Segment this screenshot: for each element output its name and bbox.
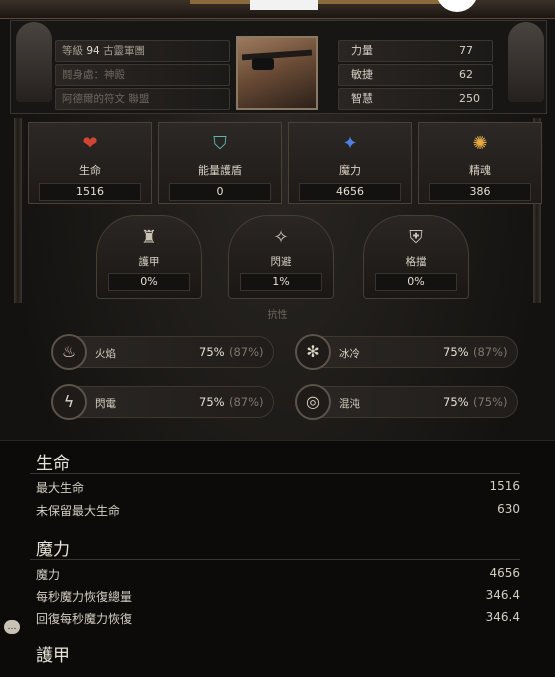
row-value: 1516 <box>489 479 520 493</box>
stat-life[interactable]: ❤ 生命 1516 <box>28 122 152 204</box>
resistance-label: 火焰 <box>95 348 116 360</box>
attribute-dexterity[interactable]: 敏捷 62 <box>338 64 493 86</box>
attribute-value: 77 <box>459 44 473 57</box>
stat-energy-shield[interactable]: ⛉ 能量護盾 0 <box>158 122 282 204</box>
row-value: 346.4 <box>485 588 520 602</box>
level-label: 等級 <box>62 45 83 57</box>
stat-value: 4656 <box>299 183 401 201</box>
defense-block[interactable]: ⛨ 格擋 0% <box>363 215 469 299</box>
stat-label: 精魂 <box>469 164 491 177</box>
defense-value: 0% <box>108 273 190 291</box>
chaos-icon: ◎ <box>295 384 331 420</box>
top-circle-button[interactable] <box>436 0 478 12</box>
row-value: 630 <box>497 502 520 516</box>
stat-row[interactable]: 未保留最大生命 630 <box>36 502 520 519</box>
resistance-value: 75% <box>443 395 469 409</box>
attribute-strength[interactable]: 力量 77 <box>338 40 493 62</box>
resistance-value: 75% <box>199 345 225 359</box>
spirit-icon: ✺ <box>472 133 488 154</box>
resistance-cap: (87%) <box>229 345 264 359</box>
defense-value: 0% <box>375 273 457 291</box>
armour-icon: ♜ <box>140 227 158 248</box>
level-value: 94 <box>86 45 100 57</box>
info-row-3: 阿德爾的符文 聯盟 <box>55 88 230 110</box>
stat-spirit[interactable]: ✺ 精魂 386 <box>418 122 542 204</box>
top-bar <box>0 0 555 19</box>
defense-armour[interactable]: ♜ 護甲 0% <box>96 215 202 299</box>
defense-evasion[interactable]: ✧ 閃避 1% <box>228 215 334 299</box>
stat-row[interactable]: 回復每秒魔力恢復 346.4 <box>36 610 520 627</box>
resistance-label: 混沌 <box>339 398 360 410</box>
resistance-value: 75% <box>443 345 469 359</box>
chat-icon[interactable]: … <box>4 620 20 634</box>
divider <box>30 559 520 560</box>
section-title-armour: 護甲 <box>36 646 70 666</box>
left-statue-icon <box>16 22 52 102</box>
row-label: 每秒魔力恢復總量 <box>36 590 133 604</box>
character-panel: 等級 94 古靈軍團 鬪身處：神殿 阿德爾的符文 聯盟 力量 77 敏捷 62 … <box>0 0 555 677</box>
resistance-chaos[interactable]: ◎ 混沌 75% (75%) <box>295 384 518 420</box>
resistance-fire[interactable]: ♨ 火焰 75% (87%) <box>51 334 274 370</box>
stat-value: 386 <box>429 183 531 201</box>
heart-icon: ❤ <box>82 133 98 154</box>
stat-value: 0 <box>169 183 271 201</box>
info-row-2: 鬪身處：神殿 <box>55 64 230 86</box>
character-portrait[interactable] <box>236 36 318 110</box>
row-label: 未保留最大生命 <box>36 504 121 518</box>
row-value: 346.4 <box>485 610 520 624</box>
shield-icon: ⛉ <box>213 133 227 154</box>
section-title-mana: 魔力 <box>36 540 70 560</box>
level-row: 等級 94 古靈軍團 <box>55 40 230 62</box>
block-icon: ⛨ <box>409 227 423 248</box>
mana-icon: ✦ <box>342 133 358 154</box>
stat-label: 生命 <box>79 164 101 177</box>
portrait-eyepatch <box>252 58 274 70</box>
lightning-icon: ϟ <box>51 384 87 420</box>
resistance-label: 閃電 <box>95 398 116 410</box>
right-statue-icon <box>508 22 544 102</box>
character-info: 等級 94 古靈軍團 鬪身處：神殿 阿德爾的符文 聯盟 <box>55 40 230 112</box>
attribute-label: 智慧 <box>351 92 373 105</box>
divider <box>30 473 520 474</box>
resistance-cap: (87%) <box>229 395 264 409</box>
row-label: 回復每秒魔力恢復 <box>36 612 133 626</box>
main-stats: ❤ 生命 1516 ⛉ 能量護盾 0 ✦ 魔力 4656 ✺ 精魂 386 <box>28 122 544 206</box>
row-label: 魔力 <box>36 568 61 582</box>
top-tab[interactable] <box>250 0 318 10</box>
attribute-label: 敏捷 <box>351 68 373 81</box>
stat-details[interactable]: 生命 最大生命 1516 未保留最大生命 630 魔力 魔力 4656 每秒魔力… <box>0 440 555 677</box>
row-value: 4656 <box>489 566 520 580</box>
resistance-cap: (87%) <box>473 345 508 359</box>
attribute-value: 250 <box>459 92 480 105</box>
resistance-label: 冰冷 <box>339 348 360 360</box>
defense-label: 閃避 <box>270 256 292 268</box>
resistance-cap: (75%) <box>473 395 508 409</box>
stat-value: 1516 <box>39 183 141 201</box>
defense-value: 1% <box>240 273 322 291</box>
attribute-list: 力量 77 敏捷 62 智慧 250 <box>338 40 493 112</box>
resistance-lightning[interactable]: ϟ 閃電 75% (87%) <box>51 384 274 420</box>
section-title-life: 生命 <box>36 454 70 474</box>
stat-row[interactable]: 最大生命 1516 <box>36 479 520 496</box>
resistance-title: 抗性 <box>267 310 288 321</box>
stat-label: 魔力 <box>339 164 361 177</box>
stat-row[interactable]: 每秒魔力恢復總量 346.4 <box>36 588 520 605</box>
stat-row[interactable]: 魔力 4656 <box>36 566 520 583</box>
evasion-icon: ✧ <box>273 227 289 248</box>
stat-mana[interactable]: ✦ 魔力 4656 <box>288 122 412 204</box>
stat-label: 能量護盾 <box>198 164 242 177</box>
class-name: 古靈軍團 <box>103 45 146 57</box>
attribute-label: 力量 <box>351 44 373 57</box>
defense-label: 格擋 <box>405 256 427 268</box>
attribute-value: 62 <box>459 68 473 81</box>
cold-icon: ✻ <box>295 334 331 370</box>
resistance-value: 75% <box>199 395 225 409</box>
left-pillar <box>14 118 22 303</box>
resistance-cold[interactable]: ✻ 冰冷 75% (87%) <box>295 334 518 370</box>
attribute-intelligence[interactable]: 智慧 250 <box>338 88 493 110</box>
fire-icon: ♨ <box>51 334 87 370</box>
defense-label: 護甲 <box>138 256 160 268</box>
row-label: 最大生命 <box>36 481 85 495</box>
